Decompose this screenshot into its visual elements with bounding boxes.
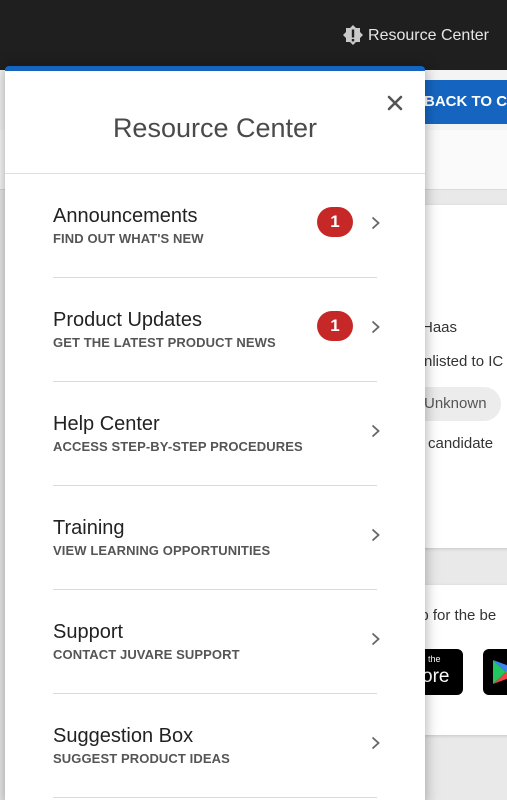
resource-center-panel: Resource Center Announcements FIND OUT W…	[5, 66, 425, 800]
item-title: Help Center	[53, 413, 160, 435]
candidate-fragment: candidate	[428, 435, 494, 452]
notification-badge: 1	[317, 311, 353, 341]
chevron-right-icon	[371, 424, 380, 438]
app-store-big-text: ore	[422, 666, 450, 687]
menu-item-support[interactable]: Support CONTACT JUVARE SUPPORT	[5, 590, 425, 694]
chevron-right-icon	[371, 320, 380, 334]
status-fragment: nlisted to IC	[424, 353, 504, 370]
play-store-button[interactable]	[483, 649, 507, 695]
chevron-right-icon	[371, 216, 380, 230]
back-button[interactable]: BACK TO CI	[418, 80, 507, 124]
panel-title: Resource Center	[112, 113, 318, 143]
menu-item-announcements[interactable]: Announcements FIND OUT WHAT'S NEW 1	[5, 174, 425, 278]
divider	[53, 797, 377, 798]
item-title: Support	[53, 621, 124, 643]
top-bar: Resource Center	[0, 0, 507, 70]
close-icon[interactable]	[387, 95, 403, 111]
item-title: Product Updates	[53, 309, 202, 331]
resource-center-link[interactable]: Resource Center	[342, 24, 489, 48]
name-fragment: Haas	[422, 319, 458, 336]
menu-item-training[interactable]: Training VIEW LEARNING OPPORTUNITIES	[5, 486, 425, 590]
item-title: Training	[53, 517, 125, 539]
alert-badge-icon	[343, 25, 364, 45]
chevron-right-icon	[371, 632, 380, 646]
item-title: Suggestion Box	[53, 725, 194, 747]
menu-item-suggestion-box[interactable]: Suggestion Box SUGGEST PRODUCT IDEAS	[5, 694, 425, 798]
menu-item-help-center[interactable]: Help Center ACCESS STEP-BY-STEP PROCEDUR…	[5, 382, 425, 486]
menu-item-product-updates[interactable]: Product Updates GET THE LATEST PRODUCT N…	[5, 278, 425, 382]
chevron-right-icon	[371, 736, 380, 750]
panel-header: Resource Center	[5, 71, 425, 174]
notification-badge: 1	[317, 207, 353, 237]
resource-center-label: Resource Center	[368, 27, 489, 44]
item-title: Announcements	[53, 205, 198, 227]
item-subtitle: ACCESS STEP-BY-STEP PROCEDURES	[53, 439, 303, 454]
app-store-small-text: the	[428, 654, 441, 664]
chevron-right-icon	[371, 528, 380, 542]
item-subtitle: FIND OUT WHAT'S NEW	[53, 231, 204, 246]
item-subtitle: SUGGEST PRODUCT IDEAS	[53, 751, 230, 766]
item-subtitle: CONTACT JUVARE SUPPORT	[53, 647, 240, 662]
item-subtitle: GET THE LATEST PRODUCT NEWS	[53, 335, 276, 350]
item-subtitle: VIEW LEARNING OPPORTUNITIES	[53, 543, 271, 558]
play-store-icon	[493, 660, 507, 684]
